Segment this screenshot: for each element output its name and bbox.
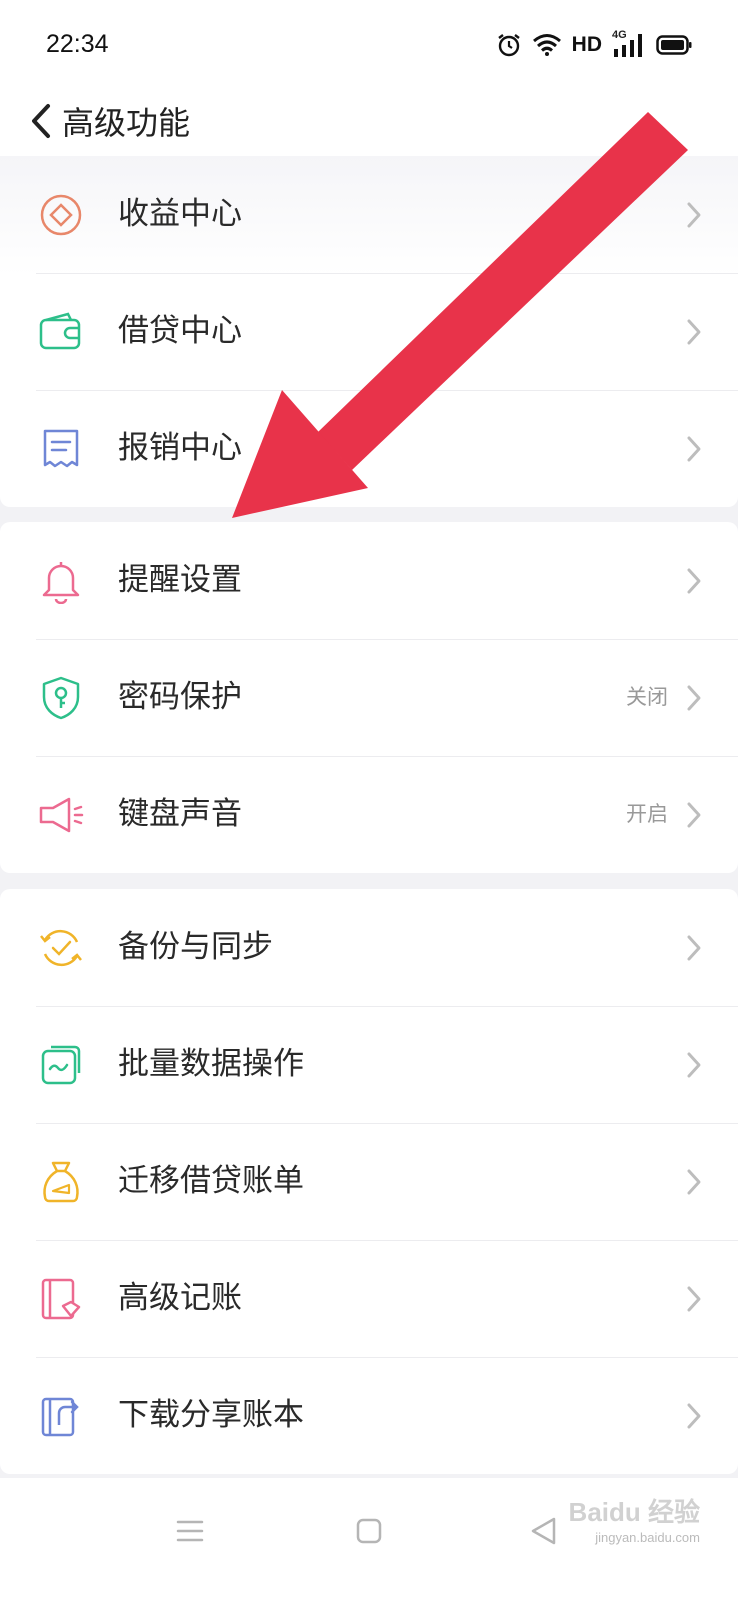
back-button[interactable] xyxy=(16,90,66,156)
share-book-icon xyxy=(36,1393,86,1439)
receipt-icon xyxy=(36,426,86,472)
row-label: 收益中心 xyxy=(118,196,242,232)
watermark: Baidu 经验 xyxy=(568,1497,700,1527)
chevron-right-icon xyxy=(684,1284,704,1314)
row-income-center[interactable]: 收益中心 xyxy=(0,156,738,273)
chevron-right-icon xyxy=(684,434,704,464)
row-label: 批量数据操作 xyxy=(118,1046,304,1082)
row-value: 关闭 xyxy=(626,685,668,709)
row-label: 提醒设置 xyxy=(118,562,242,598)
chevron-right-icon xyxy=(684,933,704,963)
signal-icon: 4G xyxy=(612,29,646,58)
chevron-right-icon xyxy=(684,317,704,347)
row-keyboard-sound[interactable]: 键盘声音 开启 xyxy=(0,756,738,873)
nav-bar: 高级功能 xyxy=(0,90,738,156)
row-batch-data[interactable]: 批量数据操作 xyxy=(0,1006,738,1123)
menu-button[interactable] xyxy=(160,1508,220,1558)
row-value: 开启 xyxy=(626,802,668,826)
income-icon xyxy=(36,192,86,238)
row-loan-center[interactable]: 借贷中心 xyxy=(0,273,738,390)
network-label: HD xyxy=(571,33,602,56)
chevron-right-icon xyxy=(684,800,704,830)
shield-key-icon xyxy=(36,675,86,721)
row-label: 键盘声音 xyxy=(118,796,242,832)
chevron-right-icon xyxy=(684,1167,704,1197)
watermark-sub: jingyan.baidu.com xyxy=(595,1530,700,1545)
row-label: 迁移借贷账单 xyxy=(118,1163,304,1199)
back-icon xyxy=(529,1516,559,1550)
batch-data-icon xyxy=(36,1042,86,1088)
status-time: 22:34 xyxy=(46,30,109,58)
battery-icon xyxy=(656,34,692,56)
row-download-share-book[interactable]: 下载分享账本 xyxy=(0,1357,738,1474)
chevron-right-icon xyxy=(684,1050,704,1080)
wallet-icon xyxy=(36,309,86,355)
group-finance: 收益中心 借贷中心 报销中心 xyxy=(0,156,738,507)
bookkeeping-icon xyxy=(36,1276,86,1322)
group-data: 备份与同步 批量数据操作 迁移借贷账单 高级记账 下载分享账本 xyxy=(0,889,738,1474)
group-settings: 提醒设置 密码保护 关闭 键盘声音 开启 xyxy=(0,522,738,873)
system-back-button[interactable] xyxy=(514,1508,574,1558)
sync-check-icon xyxy=(36,925,86,971)
chevron-right-icon xyxy=(684,566,704,596)
row-migrate-loan-bills[interactable]: 迁移借贷账单 xyxy=(0,1123,738,1240)
home-button[interactable] xyxy=(339,1508,399,1558)
row-advanced-bookkeeping[interactable]: 高级记账 xyxy=(0,1240,738,1357)
wifi-icon xyxy=(532,33,562,57)
row-reminder-settings[interactable]: 提醒设置 xyxy=(0,522,738,639)
row-label: 高级记账 xyxy=(118,1280,242,1316)
row-label: 下载分享账本 xyxy=(118,1397,304,1433)
speaker-icon xyxy=(36,792,86,838)
back-chevron-icon xyxy=(28,103,54,143)
chevron-right-icon xyxy=(684,200,704,230)
menu-icon xyxy=(175,1518,205,1548)
row-password-protection[interactable]: 密码保护 关闭 xyxy=(0,639,738,756)
money-bag-icon xyxy=(36,1159,86,1205)
status-icons: HD 4G xyxy=(496,28,692,62)
row-label: 备份与同步 xyxy=(118,929,273,965)
row-label: 借贷中心 xyxy=(118,313,242,349)
status-bar: 22:34 HD 4G xyxy=(0,0,738,90)
chevron-right-icon xyxy=(684,1401,704,1431)
row-label: 报销中心 xyxy=(118,430,242,466)
row-label: 密码保护 xyxy=(118,679,242,715)
page-title: 高级功能 xyxy=(62,104,191,142)
home-icon xyxy=(355,1517,383,1549)
alarm-icon xyxy=(496,32,522,58)
row-reimbursement-center[interactable]: 报销中心 xyxy=(0,390,738,507)
bell-icon xyxy=(36,558,86,604)
chevron-right-icon xyxy=(684,683,704,713)
row-backup-sync[interactable]: 备份与同步 xyxy=(0,889,738,1006)
